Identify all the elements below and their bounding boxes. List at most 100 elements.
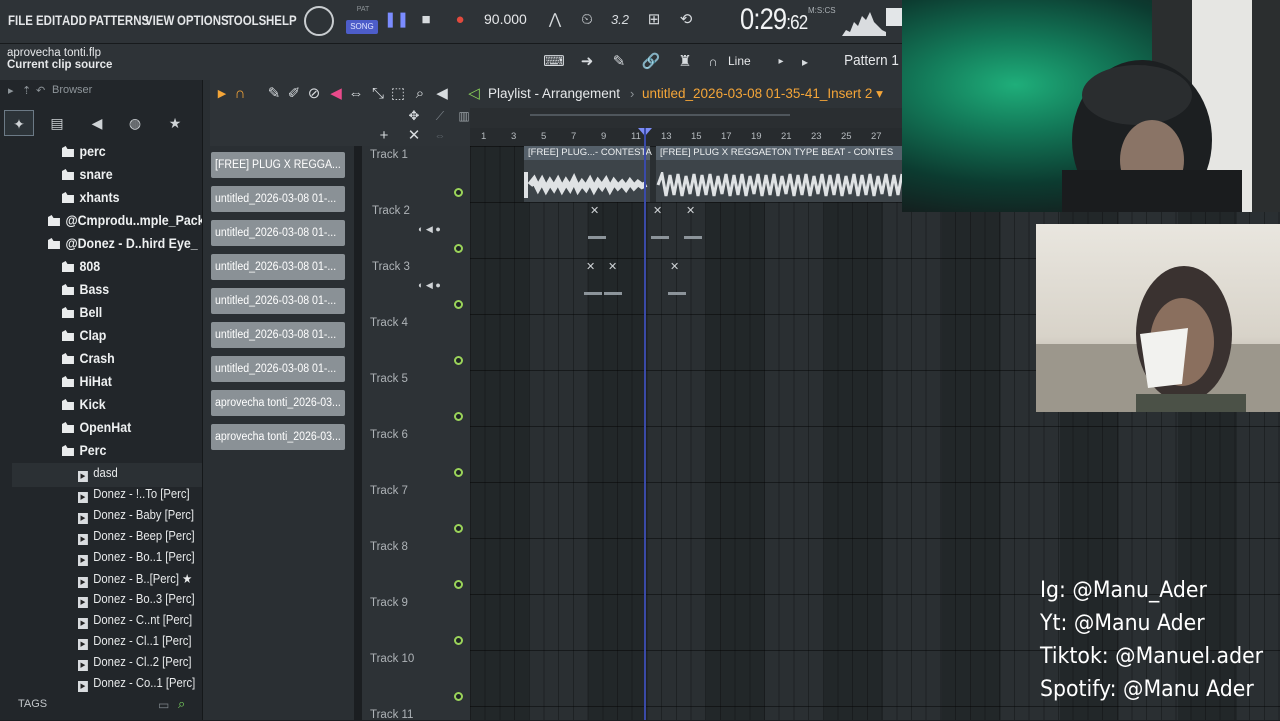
browser-folder[interactable]: Bass <box>62 282 109 297</box>
browser-folder[interactable]: @Cmprodu..mple_Pack <box>48 213 205 228</box>
browser-folder[interactable]: 808 <box>62 259 100 274</box>
pattern-selector[interactable]: Pattern 1 <box>844 52 899 69</box>
browser-file[interactable]: ▶ Donez - Co..1 [Perc] <box>78 676 195 692</box>
track-name[interactable]: Track 10 <box>370 653 414 665</box>
track-mute-toggle[interactable] <box>454 188 463 197</box>
link-icon-small[interactable]: ⟋ <box>432 108 448 124</box>
add-track-icon[interactable]: + <box>376 128 392 144</box>
audio-slice[interactable] <box>651 236 669 239</box>
folder-icon[interactable]: ▭ <box>158 698 169 712</box>
browser-folder[interactable]: Crash <box>62 351 115 366</box>
pattern-grid-icon[interactable]: ▥ <box>456 108 472 124</box>
plugin-icon[interactable]: ♜ <box>674 54 696 70</box>
track-mute-toggle[interactable] <box>454 244 463 253</box>
paint-tool-icon[interactable]: ✐ <box>286 86 302 102</box>
wait-input-icon[interactable]: ⏲ <box>576 12 598 28</box>
browser-audio-tab-icon[interactable]: ◀ <box>82 110 112 136</box>
audio-slice[interactable] <box>684 236 702 239</box>
loop-record-icon[interactable]: ⟲ <box>674 12 698 28</box>
clip-source-item[interactable]: untitled_2026-03-08 01-... <box>211 220 345 246</box>
pencil-icon[interactable]: ✎ <box>608 54 630 70</box>
audio-slice[interactable] <box>584 292 602 295</box>
track-name[interactable]: Track 5 <box>370 373 408 385</box>
track-name[interactable]: Track 4 <box>370 317 408 329</box>
menu-add[interactable]: ADD <box>62 12 87 28</box>
track-name[interactable]: Track 6 <box>370 429 408 441</box>
audio-slice[interactable] <box>588 236 606 239</box>
browser-folder[interactable]: Bell <box>62 305 102 320</box>
browser-up-icon[interactable]: ⇡ <box>22 84 31 97</box>
browser-folder[interactable]: Clap <box>62 328 106 343</box>
clip-close-icon[interactable]: ✕ <box>670 260 679 273</box>
slip-tool-icon[interactable]: ⇔ <box>348 86 364 102</box>
snap-select[interactable]: Line <box>728 54 751 68</box>
browser-file[interactable]: ▶ Donez - C..nt [Perc] <box>78 613 192 629</box>
playlist-menu-arrow-icon[interactable]: ▶ <box>216 86 228 102</box>
menu-help[interactable]: HELP <box>266 12 297 28</box>
clip-source-item[interactable]: untitled_2026-03-08 01-... <box>211 254 345 280</box>
menu-view[interactable]: VIEW <box>145 12 174 28</box>
menu-options[interactable]: OPTIONS <box>177 12 229 28</box>
menu-patterns[interactable]: PATTERNS <box>89 12 149 28</box>
track-name[interactable]: Track 8 <box>370 541 408 553</box>
nudge-icon[interactable]: ✥ <box>406 108 422 124</box>
pattern-arrow-icon[interactable]: ▸ <box>800 54 810 70</box>
clip-close-icon[interactable]: ✕ <box>608 260 617 273</box>
song-mode-toggle[interactable]: SONG <box>346 20 378 34</box>
track-name[interactable]: Track 3 <box>372 261 410 273</box>
time-format-label[interactable]: M:S:CS <box>808 6 836 15</box>
metronome-icon[interactable]: ⋀ <box>544 12 566 28</box>
clip-close-icon[interactable]: ✕ <box>586 260 595 273</box>
browser-folder[interactable]: Perc <box>62 443 106 458</box>
track-mute-toggle[interactable] <box>454 636 463 645</box>
menu-tools[interactable]: TOOLS <box>227 12 266 28</box>
timeline-ruler[interactable] <box>470 128 905 146</box>
track-mute-toggle[interactable] <box>454 692 463 701</box>
browser-plugins-tab-icon[interactable]: ◍ <box>120 110 150 136</box>
browser-folder[interactable]: OpenHat <box>62 420 131 435</box>
stop-icon[interactable]: ■ <box>416 12 436 28</box>
clip-source-item[interactable]: aprovecha tonti_2026-03... <box>211 424 345 450</box>
select-tool-icon[interactable]: ⬚ <box>390 86 406 102</box>
menu-file[interactable]: FILE <box>8 12 33 28</box>
close-icon[interactable]: ✕ <box>406 128 422 144</box>
track-name[interactable]: Track 11 <box>370 709 413 721</box>
draw-tool-icon[interactable]: ✎ <box>266 86 282 102</box>
snap-arrow-icon[interactable]: ▸ <box>776 54 786 70</box>
track-name[interactable]: Track 7 <box>370 485 408 497</box>
magnet-icon[interactable]: ∩ <box>706 54 720 70</box>
clip-source-item[interactable]: untitled_2026-03-08 01-... <box>211 322 345 348</box>
track-mute-toggle[interactable] <box>454 412 463 421</box>
browser-all-tab-icon[interactable]: ✦ <box>4 110 34 136</box>
track-mute-toggle[interactable] <box>454 580 463 589</box>
browser-folder[interactable]: @Donez - D..hird Eye_ <box>48 236 198 251</box>
track-name[interactable]: Track 9 <box>370 597 408 609</box>
browser-file[interactable]: ▶ Donez - Bo..3 [Perc] <box>78 592 195 608</box>
browser-favorites-tab-icon[interactable]: ★ <box>160 110 190 136</box>
snap-magnet-icon[interactable]: ∩ <box>232 86 248 102</box>
clip-source-item[interactable]: untitled_2026-03-08 01-... <box>211 356 345 382</box>
clip-source-item[interactable]: untitled_2026-03-08 01-... <box>211 186 345 212</box>
track-mute-toggle[interactable] <box>454 468 463 477</box>
clip-close-icon[interactable]: ✕ <box>653 204 662 217</box>
playback-tool-icon[interactable]: ◀ <box>434 86 450 102</box>
step-edit-icon[interactable]: ⊞ <box>642 12 666 28</box>
browser-folder[interactable]: perc <box>62 144 106 159</box>
browser-folder[interactable]: HiHat <box>62 374 112 389</box>
browser-folder[interactable]: snare <box>62 167 113 182</box>
tempo-display[interactable]: 90.000 <box>484 11 528 27</box>
link-icon[interactable]: 🔗 <box>640 54 662 70</box>
track-name[interactable]: Track 1 <box>370 149 408 161</box>
arrows-icon[interactable]: ⇔ <box>432 128 448 144</box>
browser-file[interactable]: ▶ Donez - Bo..1 [Perc] <box>78 550 195 566</box>
browser-back-icon[interactable]: ↶ <box>36 84 45 97</box>
countdown-icon[interactable]: 3.2 <box>608 12 632 28</box>
track-controls-icon[interactable]: ◐ ◀ ● <box>418 224 441 235</box>
browser-folder[interactable]: xhants <box>62 190 120 205</box>
browser-file[interactable]: ▶ Donez - !..To [Perc] <box>78 487 190 503</box>
playlist-insert-selector[interactable]: untitled_2026-03-08 01-35-41_Insert 2 ▾ <box>642 86 883 102</box>
menu-edit[interactable]: EDIT <box>36 12 62 28</box>
browser-collapse-icon[interactable]: ▸ <box>8 84 14 97</box>
playlist-view-icon[interactable]: ◁ <box>466 86 482 102</box>
track-mute-toggle[interactable] <box>454 356 463 365</box>
